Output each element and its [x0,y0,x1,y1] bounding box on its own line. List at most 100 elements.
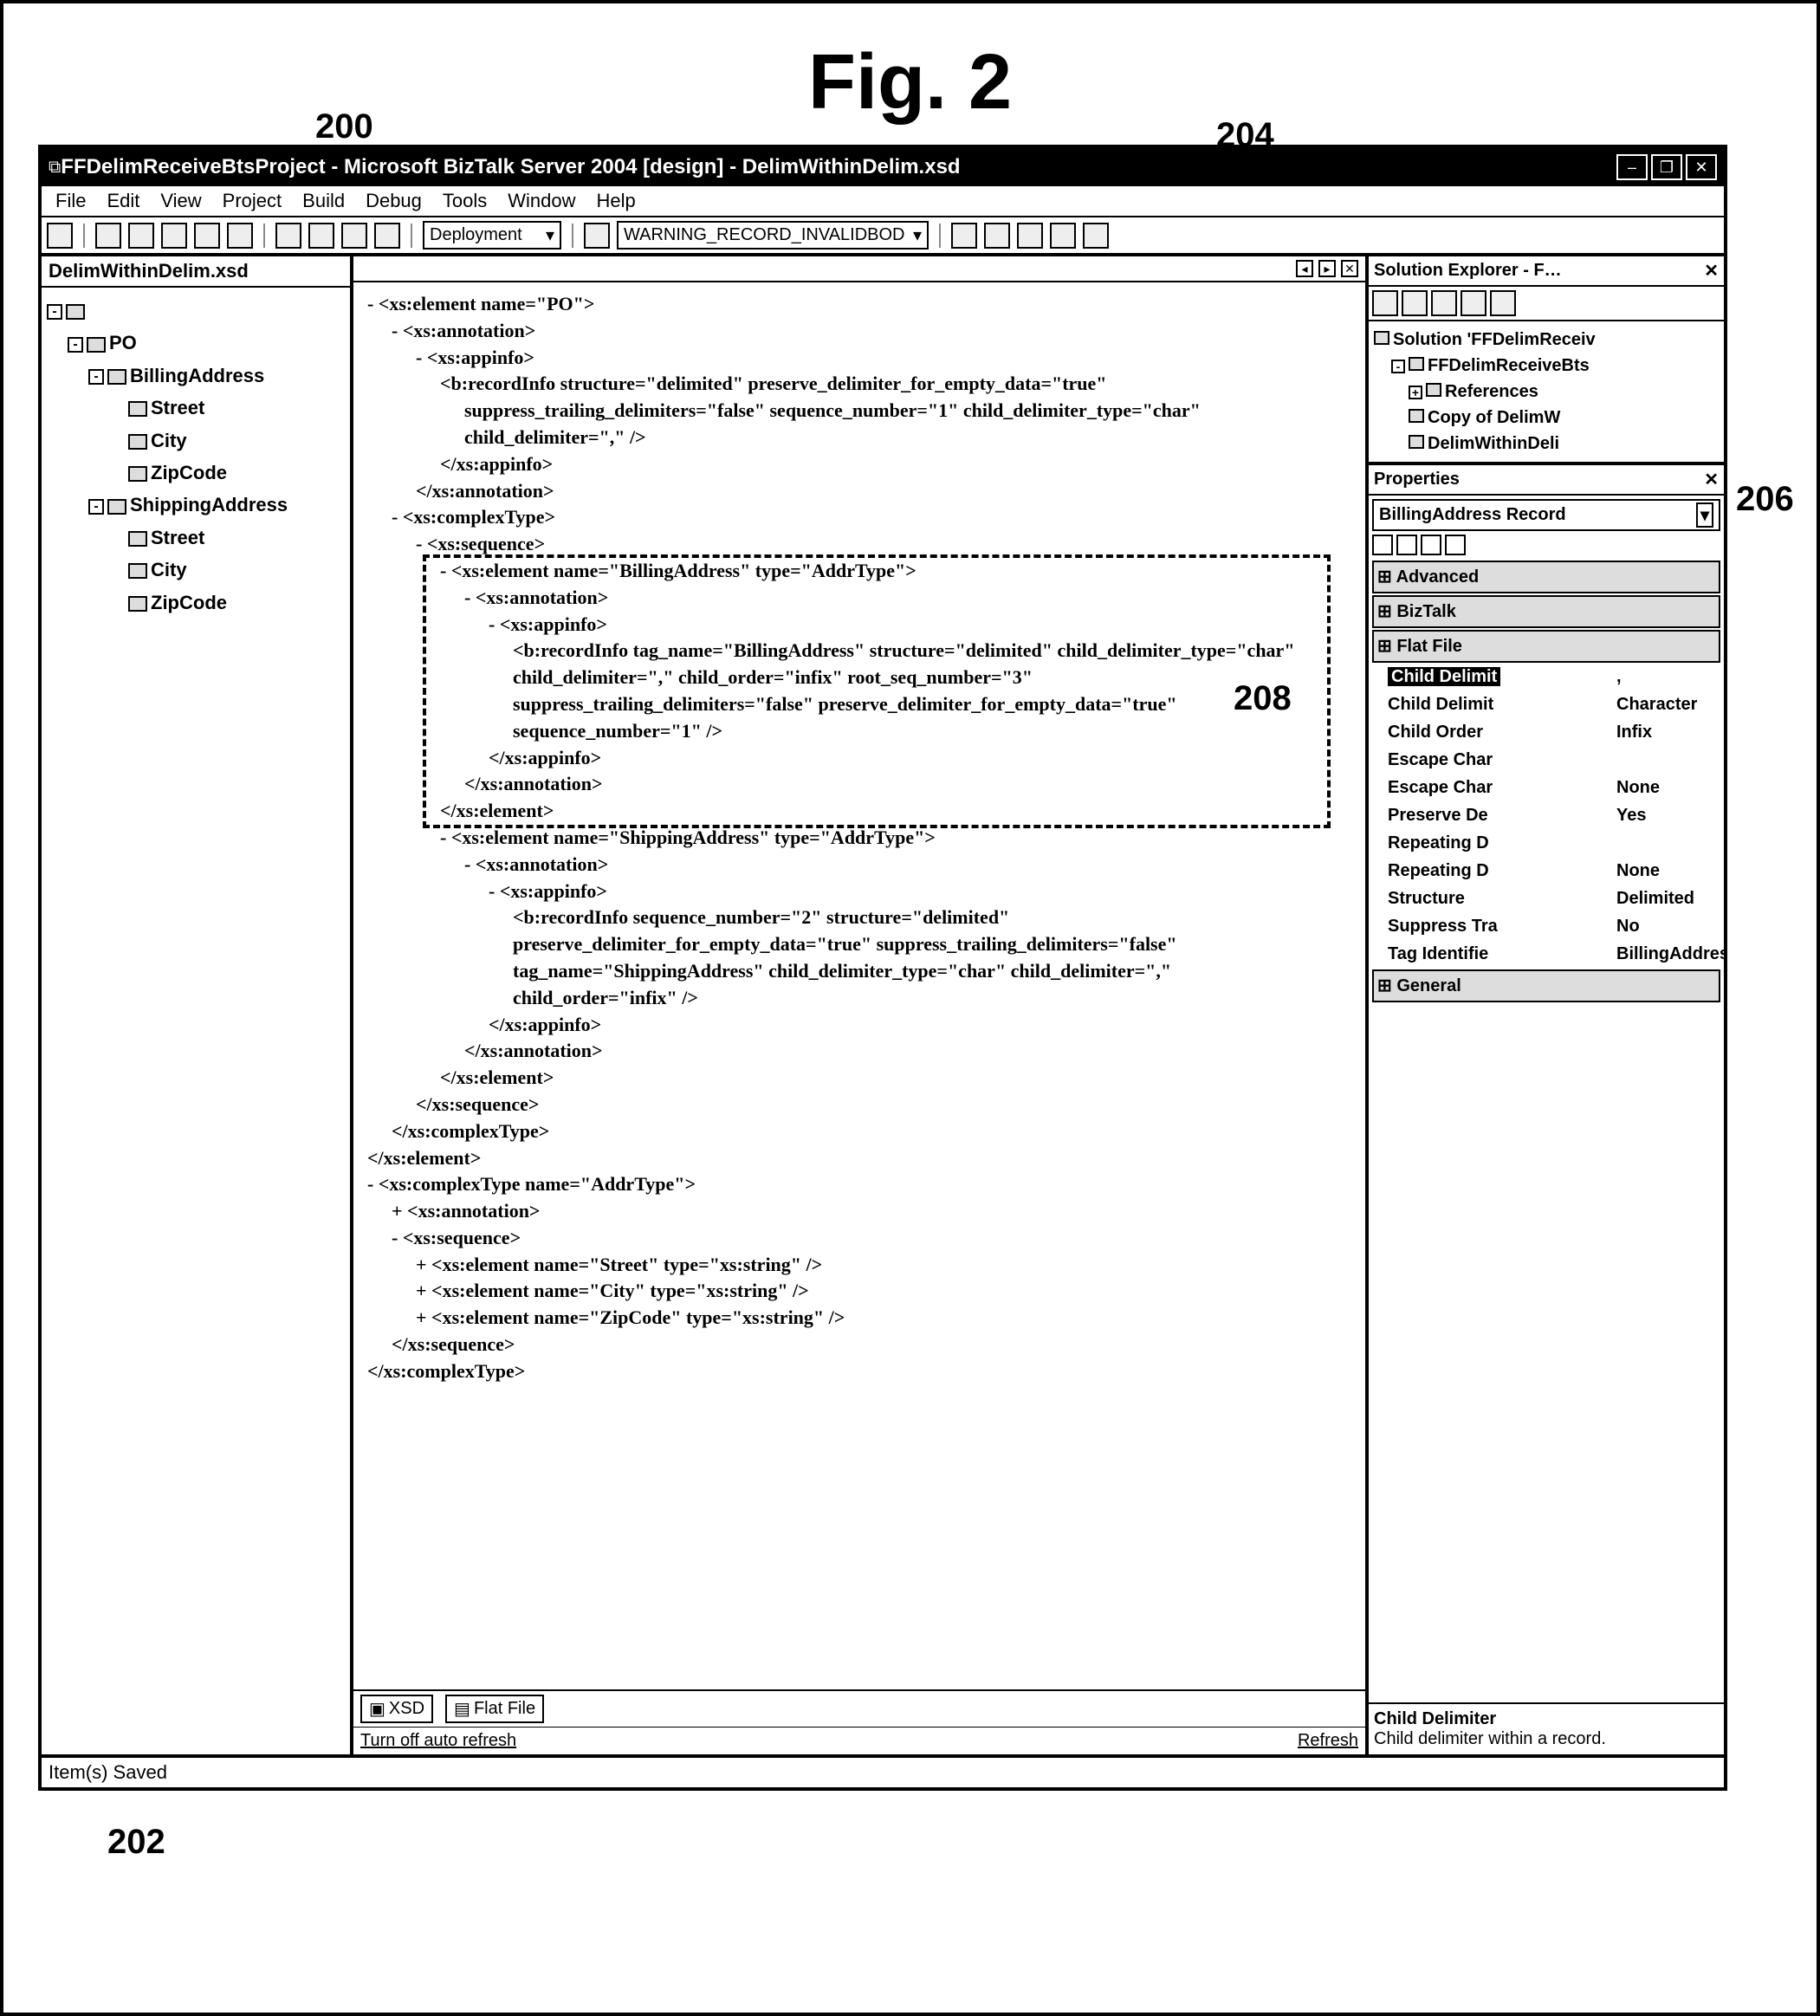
xml-line: <b:recordInfo sequence_number="2" struct… [513,904,1351,931]
tree-node[interactable]: Street [109,392,345,424]
nav-close[interactable]: ✕ [1341,260,1358,277]
xml-line: child_delimiter="," child_order="infix" … [513,664,1351,691]
app-icon: ⧉ [49,158,61,178]
xml-line: + <xs:annotation> [392,1198,1351,1225]
properties-selector[interactable]: BillingAddress Record▾ [1372,499,1720,531]
toolbar-button[interactable] [275,223,301,249]
property-category[interactable]: ⊞ Flat File [1372,630,1720,663]
nav-back[interactable]: ◂ [1296,260,1313,277]
maximize-button[interactable]: ❐ [1651,154,1682,180]
xml-line: </xs:sequence> [392,1332,1351,1358]
xml-line: tag_name="ShippingAddress" child_delimit… [513,958,1351,985]
tree-node[interactable]: -PO [68,327,345,359]
property-row[interactable]: Tag IdentifieBillingAddress [1372,940,1720,968]
toolbar-button[interactable] [128,223,154,249]
property-row[interactable]: Repeating D [1372,829,1720,857]
xml-content[interactable]: - <xs:element name="PO">- <xs:annotation… [353,282,1365,1689]
minimize-button[interactable]: – [1616,154,1648,180]
toolbar-button[interactable] [951,223,977,249]
property-row[interactable]: Child DelimitCharacter [1372,690,1720,718]
callout-202: 202 [107,1823,165,1862]
menu-file[interactable]: File [47,188,94,214]
props-toolbar-button[interactable] [1372,535,1393,555]
tree-node[interactable]: ZipCode [109,457,345,489]
menu-edit[interactable]: Edit [98,188,148,214]
solution-item[interactable]: +References [1409,379,1719,405]
toolbar-button[interactable] [1050,223,1076,249]
tree-node[interactable]: Street [109,522,345,554]
document-tab[interactable]: DelimWithinDelim.xsd [42,256,350,288]
property-row[interactable]: Preserve DeYes [1372,801,1720,829]
menu-build[interactable]: Build [294,188,353,214]
tree-node[interactable]: City [109,425,345,457]
menu-project[interactable]: Project [214,188,290,214]
property-row[interactable]: Escape CharNone [1372,774,1720,801]
props-toolbar-button[interactable] [1421,535,1441,555]
xml-line: suppress_trailing_delimiters="false" seq… [464,398,1351,425]
xml-line: - <xs:appinfo> [489,612,1351,639]
property-category[interactable]: ⊞ General [1372,969,1720,1002]
tree-node[interactable]: City [109,554,345,586]
property-row[interactable]: Escape Char [1372,746,1720,774]
menu-window[interactable]: Window [499,188,584,214]
tree-node[interactable]: -ShippingAddress [88,489,345,521]
property-category[interactable]: ⊞ Advanced [1372,561,1720,593]
link-refresh[interactable]: Refresh [1298,1731,1358,1751]
solution-item[interactable]: -FFDelimReceiveBts [1391,353,1719,379]
toolbar-button[interactable] [308,223,334,249]
menubar: File Edit View Project Build Debug Tools… [42,186,1724,217]
toolbar-button[interactable] [341,223,367,249]
toolbar-button[interactable] [1017,223,1043,249]
find-combo[interactable]: WARNING_RECORD_INVALIDBOD▾ [617,221,929,250]
close-button[interactable]: ✕ [1686,154,1717,180]
toolbar-button[interactable] [161,223,187,249]
se-toolbar-button[interactable] [1461,290,1486,316]
solution-item[interactable]: Solution 'FFDelimReceiv [1374,327,1719,353]
property-row[interactable]: Child OrderInfix [1372,718,1720,746]
props-toolbar-button[interactable] [1445,535,1466,555]
se-toolbar-button[interactable] [1490,290,1516,316]
tree-node[interactable]: - [47,295,345,327]
menu-tools[interactable]: Tools [434,188,495,214]
xml-line: + <xs:element name="ZipCode" type="xs:st… [416,1305,1351,1332]
panel-close-icon[interactable]: ✕ [1704,260,1719,282]
menu-debug[interactable]: Debug [357,188,431,214]
xml-line: - <xs:element name="ShippingAddress" typ… [440,825,1351,852]
menu-help[interactable]: Help [588,188,644,214]
tab-xsd[interactable]: ▣ XSD [360,1695,433,1723]
nav-fwd[interactable]: ▸ [1318,260,1336,277]
property-row[interactable]: Suppress TraNo [1372,912,1720,940]
toolbar-button[interactable] [194,223,220,249]
toolbar-button[interactable] [47,223,73,249]
se-toolbar-button[interactable] [1372,290,1398,316]
se-toolbar-button[interactable] [1431,290,1457,316]
property-row[interactable]: Child Delimit, [1372,663,1720,690]
se-toolbar-button[interactable] [1402,290,1428,316]
property-category[interactable]: ⊞ BizTalk [1372,595,1720,628]
menu-view[interactable]: View [152,188,210,214]
config-combo[interactable]: Deployment▾ [423,221,561,250]
toolbar-button[interactable] [584,223,610,249]
tab-flatfile[interactable]: ▤ Flat File [445,1695,544,1723]
window-title: FFDelimReceiveBtsProject - Microsoft Biz… [61,155,1616,179]
toolbar-button[interactable] [227,223,253,249]
toolbar-button[interactable] [984,223,1010,249]
tree-node[interactable]: ZipCode [109,587,345,619]
tree-node[interactable]: -BillingAddress [88,360,345,392]
toolbar-button[interactable] [95,223,121,249]
panel-close-icon[interactable]: ✕ [1704,469,1719,490]
xml-line: </xs:appinfo> [489,745,1351,772]
property-row[interactable]: Repeating DNone [1372,857,1720,885]
property-row[interactable]: StructureDelimited [1372,885,1720,912]
solution-item[interactable]: DelimWithinDeli [1409,431,1719,457]
solution-item[interactable]: Copy of DelimW [1409,405,1719,431]
solution-explorer-title: Solution Explorer - F…✕ [1369,256,1724,287]
xml-line: <b:recordInfo structure="delimited" pres… [440,371,1351,398]
link-auto-refresh[interactable]: Turn off auto refresh [360,1731,516,1751]
toolbar-button[interactable] [374,223,400,249]
xml-line: - <xs:appinfo> [416,345,1351,372]
xml-line: sequence_number="1" /> [513,718,1351,745]
toolbar-button[interactable] [1083,223,1109,249]
props-toolbar-button[interactable] [1396,535,1417,555]
xml-line: </xs:sequence> [416,1092,1351,1118]
